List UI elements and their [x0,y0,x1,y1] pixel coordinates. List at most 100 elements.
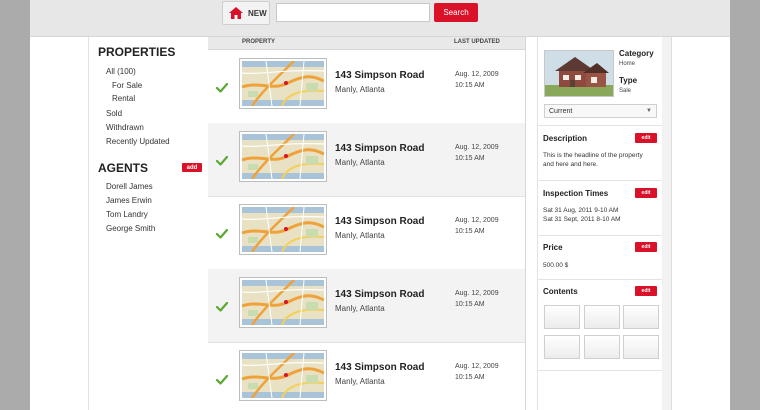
new-button-label: NEW [248,8,267,18]
property-map-thumbnail[interactable] [239,58,327,109]
checkmark-icon [215,155,229,166]
nav-item-rental[interactable]: Rental [112,94,135,103]
last-updated-time: 10:15 AM [455,155,485,162]
property-suburb: Manly, Atlanta [335,231,385,240]
status-check [215,372,229,390]
content-tile[interactable] [544,335,580,359]
nav-item-sold[interactable]: Sold [106,109,122,118]
list-header: PROPERTY LAST UPDATED [208,37,525,50]
checkmark-icon [215,82,229,93]
scrollbar[interactable] [662,37,672,410]
last-updated-time: 10:15 AM [455,374,485,381]
last-updated-date: Aug. 12, 2009 [455,144,499,151]
property-address[interactable]: 143 Simpson Road [335,143,424,154]
inspection-time-2: Sat 31 Sept, 2011 8-10 AM [543,216,621,223]
property-suburb: Manly, Atlanta [335,158,385,167]
status-check [215,80,229,98]
inspection-times-text: Sat 31 Aug, 2011 9-10 AM Sat 31 Sept, 20… [543,206,621,224]
edit-inspection-button[interactable]: edit [635,188,657,198]
table-row[interactable]: 143 Simpson Road Manly, Atlanta Aug. 12, 2… [208,342,525,410]
property-map-thumbnail[interactable] [239,204,327,255]
chevron-down-icon: ▼ [646,108,652,114]
home-icon [229,7,243,19]
content-tile[interactable] [584,305,620,329]
description-text: This is the headline of the property and… [543,151,643,169]
property-address[interactable]: 143 Simpson Road [335,70,424,81]
property-suburb: Manly, Atlanta [335,377,385,386]
status-select-value: Current [549,107,573,115]
column-header-last-updated[interactable]: LAST UPDATED [454,39,500,45]
table-row[interactable]: 143 Simpson Road Manly, Atlanta Aug. 12, 2… [208,123,525,197]
agent-item[interactable]: George Smith [106,224,155,233]
description-title: Description [543,134,588,143]
map-thumbnail-image [241,133,325,180]
table-row[interactable]: 143 Simpson Road Manly, Atlanta Aug. 12, 2… [208,50,525,124]
property-photo[interactable] [544,50,614,97]
property-suburb: Manly, Atlanta [335,85,385,94]
agents-title: AGENTS [98,161,149,175]
edit-price-button[interactable]: edit [635,242,657,252]
property-map-thumbnail[interactable] [239,131,327,182]
edit-description-button[interactable]: edit [635,133,657,143]
property-map-thumbnail[interactable] [239,277,327,328]
top-toolbar: NEW Search [30,0,730,37]
category-label: Category [619,49,654,58]
content-tile[interactable] [584,335,620,359]
search-input[interactable] [276,3,430,22]
description-line-1: This is the headline of the property [543,152,643,159]
property-suburb: Manly, Atlanta [335,304,385,313]
description-line-2: and here and here. [543,161,598,168]
content-tile[interactable] [623,335,659,359]
map-thumbnail-image [241,206,325,253]
map-thumbnail-image [241,352,325,399]
content-tile[interactable] [544,305,580,329]
table-row[interactable]: 143 Simpson Road Manly, Atlanta Aug. 12, 2… [208,269,525,343]
checkmark-icon [215,374,229,385]
last-updated-date: Aug. 12, 2009 [455,71,499,78]
property-address[interactable]: 143 Simpson Road [335,362,424,373]
nav-item-recently-updated[interactable]: Recently Updated [106,137,170,146]
status-check [215,153,229,171]
category-value: Home [619,61,636,67]
last-updated-date: Aug. 12, 2009 [455,217,499,224]
status-check [215,226,229,244]
map-thumbnail-image [241,279,325,326]
contents-title: Contents [543,287,578,296]
divider [538,180,663,181]
status-select[interactable]: Current ▼ [544,104,657,118]
divider [538,370,663,371]
last-updated-time: 10:15 AM [455,228,485,235]
house-image [545,51,613,96]
column-header-property[interactable]: PROPERTY [242,39,275,45]
property-address[interactable]: 143 Simpson Road [335,289,424,300]
agent-item[interactable]: Tom Landry [106,210,148,219]
status-check [215,299,229,317]
new-property-button[interactable]: NEW [222,1,270,25]
price-title: Price [543,243,563,252]
property-list: PROPERTY LAST UPDATED 143 Simpson Road Ma… [208,37,526,410]
price-value: 500.00 $ [543,262,569,269]
add-agent-button[interactable]: add [182,163,202,172]
search-button[interactable]: Search [434,3,478,22]
inspection-times-title: Inspection Times [543,189,609,198]
divider [538,235,663,236]
table-row[interactable]: 143 Simpson Road Manly, Atlanta Aug. 12, 2… [208,196,525,270]
last-updated-time: 10:15 AM [455,82,485,89]
checkmark-icon [215,228,229,239]
property-detail-panel: Category Home Type Sale Current ▼ Descri… [537,37,664,410]
divider [538,279,663,280]
type-value: Sale [619,88,632,94]
last-updated-time: 10:15 AM [455,301,485,308]
type-label: Type [619,76,638,85]
nav-item-all[interactable]: All (100) [106,67,136,76]
edit-contents-button[interactable]: edit [635,286,657,296]
content-tile[interactable] [623,305,659,329]
agent-item[interactable]: Dorell James [106,182,153,191]
nav-item-for-sale[interactable]: For Sale [112,81,142,90]
agent-item[interactable]: James Erwin [106,196,152,205]
properties-title: PROPERTIES [98,45,176,59]
property-map-thumbnail[interactable] [239,350,327,401]
divider [538,125,663,126]
property-address[interactable]: 143 Simpson Road [335,216,424,227]
nav-item-withdrawn[interactable]: Withdrawn [106,123,144,132]
